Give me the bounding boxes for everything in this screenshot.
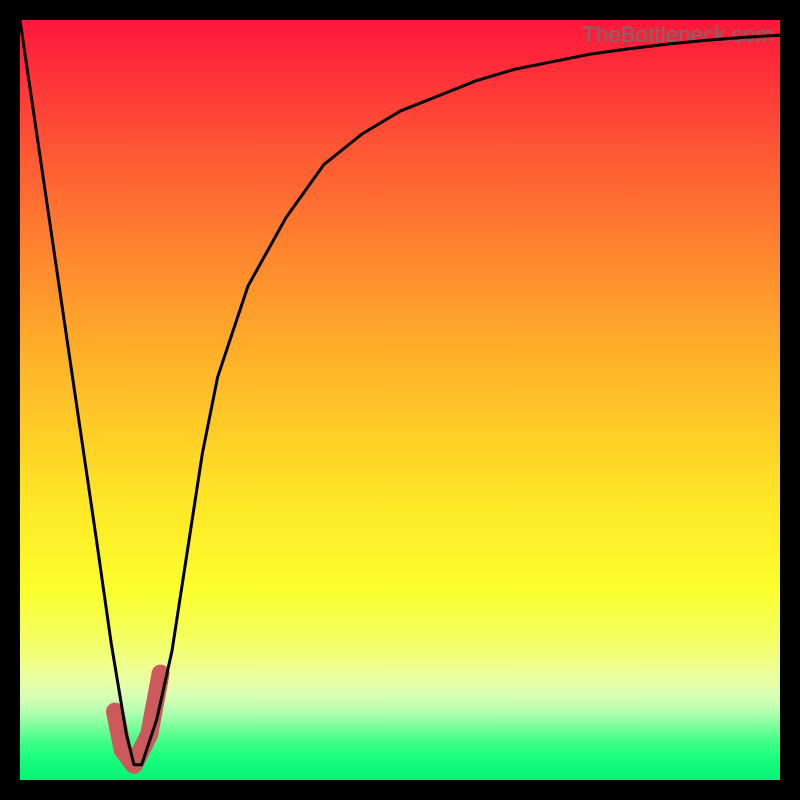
chart-frame: TheBottleneck.com	[0, 0, 800, 800]
accent-highlight-path	[115, 674, 161, 765]
plot-area: TheBottleneck.com	[20, 20, 780, 780]
curve-layer	[20, 20, 780, 780]
bottleneck-curve-path	[20, 20, 780, 765]
